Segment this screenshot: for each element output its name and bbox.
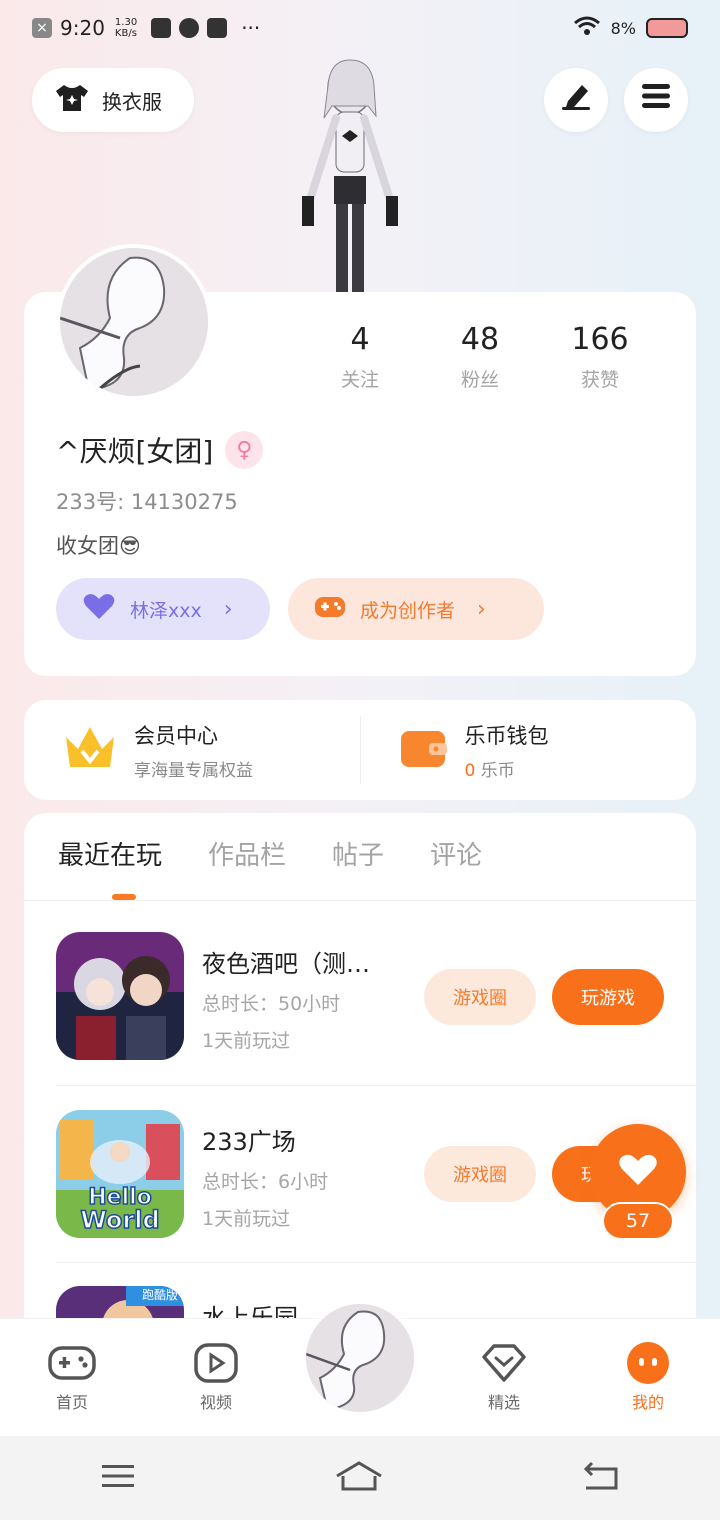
member-subtitle: 享海量专属权益: [134, 760, 253, 781]
battery-percent: 8%: [610, 18, 636, 38]
chevron-right-icon: ›: [223, 596, 233, 622]
content-tabs: 最近在玩 作品栏 帖子 评论: [58, 835, 482, 872]
nav-label: 视频: [199, 1392, 232, 1412]
avatar-3d-figure[interactable]: [290, 56, 410, 294]
nav-label: 首页: [55, 1392, 88, 1412]
tab-comments[interactable]: 评论: [430, 835, 482, 872]
svg-text:World: World: [80, 1206, 159, 1234]
more-status-icon: ···: [241, 16, 261, 40]
wallet-balance: 0 乐币: [465, 756, 549, 781]
creator-label: 成为创作者: [360, 599, 456, 622]
game-title: 233广场: [202, 1128, 296, 1156]
nickname-row: ^厌烦[女团] ♀: [56, 430, 264, 470]
nav-mine[interactable]: 我的: [576, 1319, 720, 1436]
home-icon[interactable]: [335, 1460, 383, 1496]
change-outfit-button[interactable]: 换衣服: [32, 68, 194, 132]
stat-number: 48: [460, 322, 500, 357]
wallet-amount: 0: [464, 760, 476, 781]
play-icon: [192, 1342, 240, 1383]
mate-label: 林泽xxx: [130, 599, 202, 622]
divider: [24, 900, 696, 901]
stat-likes[interactable]: 166 获赞: [540, 322, 660, 392]
planet-icon: [179, 18, 200, 38]
divider: [56, 1262, 696, 1263]
nav-featured[interactable]: 精选: [432, 1319, 576, 1436]
gamepad-icon: [48, 1343, 96, 1383]
game-icon: [56, 932, 184, 1060]
stat-label: 粉丝: [460, 369, 499, 391]
net-speed: 1.30 KB/s: [114, 17, 138, 39]
nav-label: 我的: [631, 1392, 664, 1412]
signature: 收女团😎: [56, 534, 141, 558]
edit-icon: [560, 81, 592, 119]
heart-icon: [618, 1153, 658, 1191]
gamepad-icon: [314, 594, 346, 625]
change-outfit-label: 换衣服: [102, 89, 162, 114]
recent-apps-icon[interactable]: [100, 1462, 136, 1494]
menu-button[interactable]: [624, 68, 688, 132]
play-game-button[interactable]: 玩游戏: [552, 969, 664, 1025]
game-duration: 总时长：50小时: [202, 993, 341, 1015]
member-wallet-card: 会员中心 享海量专属权益 乐币钱包 0 乐币: [24, 700, 696, 800]
become-creator-button[interactable]: 成为创作者 ›: [288, 578, 544, 640]
tab-recent-play[interactable]: 最近在玩: [58, 835, 162, 872]
stats-row: 4 关注 48 粉丝 166 获赞: [300, 322, 660, 392]
game-duration: 总时长：6小时: [202, 1171, 329, 1193]
wallet-unit: 乐币: [480, 760, 515, 781]
game-badge: 跑酷版: [141, 1288, 178, 1302]
nav-label: 精选: [487, 1392, 520, 1412]
divider: [56, 1085, 696, 1086]
status-time: 9:20: [60, 16, 105, 40]
status-bar: × 9:20 1.30 KB/s ··· 8%: [0, 0, 720, 56]
wallet-icon: [399, 725, 449, 775]
message-icon: [151, 18, 172, 38]
nav-video[interactable]: 视频: [144, 1319, 288, 1436]
back-icon[interactable]: [582, 1461, 620, 1495]
stat-number: 4: [350, 322, 370, 357]
system-nav-bar: [0, 1436, 720, 1520]
nav-center-avatar[interactable]: [302, 1300, 418, 1416]
stat-number: 166: [571, 322, 629, 357]
tshirt-icon: [54, 83, 90, 118]
chevron-right-icon: ›: [477, 596, 486, 622]
user-id[interactable]: 233号: 14130275: [56, 486, 238, 516]
member-center-entry[interactable]: 会员中心 享海量专属权益: [24, 700, 360, 800]
menu-icon: [640, 82, 672, 118]
heart-icon: [82, 593, 116, 626]
game-last-played: 1天前玩过: [202, 1030, 291, 1052]
game-icon: Hello World: [56, 1110, 184, 1238]
nav-home[interactable]: 首页: [0, 1319, 144, 1436]
edit-button[interactable]: [544, 68, 608, 132]
stat-label: 获赞: [580, 369, 619, 391]
wifi-icon: [573, 15, 601, 42]
battery-icon: [646, 18, 688, 38]
stat-following[interactable]: 4 关注: [300, 322, 420, 392]
mate-button[interactable]: 林泽xxx ›: [56, 578, 270, 640]
tab-works[interactable]: 作品栏: [208, 835, 286, 872]
game-circle-button[interactable]: 游戏圈: [424, 969, 536, 1025]
tab-posts[interactable]: 帖子: [332, 835, 384, 872]
game-circle-button[interactable]: 游戏圈: [424, 1146, 536, 1202]
avatar: [306, 1304, 414, 1412]
female-icon: ♀: [225, 431, 264, 469]
like-count-badge: 57: [602, 1202, 674, 1240]
music-icon: [207, 18, 228, 38]
game-last-played: 1天前玩过: [202, 1208, 291, 1230]
member-title: 会员中心: [134, 723, 218, 748]
nickname: ^厌烦[女团]: [56, 435, 214, 468]
avatar[interactable]: [56, 244, 212, 400]
game-title: 夜色酒吧（测…: [202, 950, 370, 978]
close-app-icon: ×: [32, 18, 52, 38]
stat-fans[interactable]: 48 粉丝: [420, 322, 540, 392]
wallet-title: 乐币钱包: [464, 723, 549, 748]
face-icon: [624, 1341, 672, 1384]
diamond-heart-icon: [480, 1343, 528, 1383]
crown-icon: [62, 723, 118, 777]
stat-label: 关注: [340, 369, 379, 391]
wallet-entry[interactable]: 乐币钱包 0 乐币: [361, 700, 697, 800]
